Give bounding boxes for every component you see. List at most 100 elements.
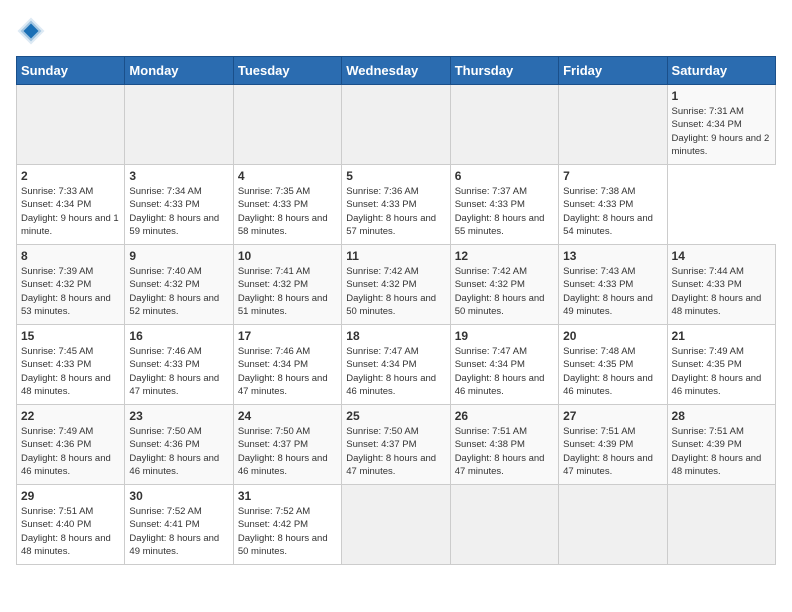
day-info: Sunrise: 7:31 AMSunset: 4:34 PMDaylight:…: [672, 105, 771, 158]
day-info: Sunrise: 7:41 AMSunset: 4:32 PMDaylight:…: [238, 265, 337, 318]
header: [16, 16, 776, 46]
calendar-cell: 19 Sunrise: 7:47 AMSunset: 4:34 PMDayligh…: [450, 325, 558, 405]
day-number: 13: [563, 249, 662, 263]
day-number: 28: [672, 409, 771, 423]
calendar-cell: [450, 85, 558, 165]
calendar-cell: 20Sunrise: 7:48 AMSunset: 4:35 PMDayligh…: [559, 325, 667, 405]
day-number: 26: [455, 409, 554, 423]
day-number: 21: [672, 329, 771, 343]
calendar-cell: 30Sunrise: 7:52 AMSunset: 4:41 PMDayligh…: [125, 485, 233, 565]
calendar-cell: 27 Sunrise: 7:51 AMSunset: 4:39 PMDayligh…: [559, 405, 667, 485]
day-info: Sunrise: 7:49 AMSunset: 4:35 PMDaylight:…: [672, 345, 771, 398]
day-info: Sunrise: 7:52 AMSunset: 4:41 PMDaylight:…: [129, 505, 228, 558]
calendar-cell: 16 Sunrise: 7:46 AMSunset: 4:33 PMDayligh…: [125, 325, 233, 405]
day-info: Sunrise: 7:36 AMSunset: 4:33 PMDaylight:…: [346, 185, 445, 238]
day-number: 4: [238, 169, 337, 183]
week-row-5: 22 Sunrise: 7:49 AMSunset: 4:36 PMDayligh…: [17, 405, 776, 485]
calendar-cell: 2 Sunrise: 7:33 AMSunset: 4:34 PMDaylight…: [17, 165, 125, 245]
day-info: Sunrise: 7:43 AMSunset: 4:33 PMDaylight:…: [563, 265, 662, 318]
day-info: Sunrise: 7:51 AMSunset: 4:38 PMDaylight:…: [455, 425, 554, 478]
day-number: 18: [346, 329, 445, 343]
day-info: Sunrise: 7:42 AMSunset: 4:32 PMDaylight:…: [346, 265, 445, 318]
week-row-2: 2 Sunrise: 7:33 AMSunset: 4:34 PMDaylight…: [17, 165, 776, 245]
day-number: 29: [21, 489, 120, 503]
day-number: 17: [238, 329, 337, 343]
calendar-cell: [125, 85, 233, 165]
day-number: 22: [21, 409, 120, 423]
day-info: Sunrise: 7:46 AMSunset: 4:33 PMDaylight:…: [129, 345, 228, 398]
day-info: Sunrise: 7:47 AMSunset: 4:34 PMDaylight:…: [346, 345, 445, 398]
day-number: 23: [129, 409, 228, 423]
day-info: Sunrise: 7:52 AMSunset: 4:42 PMDaylight:…: [238, 505, 337, 558]
calendar-cell: 3 Sunrise: 7:34 AMSunset: 4:33 PMDaylight…: [125, 165, 233, 245]
calendar-cell: 18 Sunrise: 7:47 AMSunset: 4:34 PMDayligh…: [342, 325, 450, 405]
week-row-6: 29Sunrise: 7:51 AMSunset: 4:40 PMDayligh…: [17, 485, 776, 565]
calendar-cell: [559, 485, 667, 565]
day-number: 1: [672, 89, 771, 103]
day-number: 3: [129, 169, 228, 183]
week-row-4: 15 Sunrise: 7:45 AMSunset: 4:33 PMDayligh…: [17, 325, 776, 405]
calendar-cell: 29Sunrise: 7:51 AMSunset: 4:40 PMDayligh…: [17, 485, 125, 565]
calendar-cell: 22 Sunrise: 7:49 AMSunset: 4:36 PMDayligh…: [17, 405, 125, 485]
day-number: 19: [455, 329, 554, 343]
day-number: 10: [238, 249, 337, 263]
day-info: Sunrise: 7:45 AMSunset: 4:33 PMDaylight:…: [21, 345, 120, 398]
calendar-cell: 13 Sunrise: 7:43 AMSunset: 4:33 PMDayligh…: [559, 245, 667, 325]
day-info: Sunrise: 7:50 AMSunset: 4:36 PMDaylight:…: [129, 425, 228, 478]
day-number: 15: [21, 329, 120, 343]
day-info: Sunrise: 7:34 AMSunset: 4:33 PMDaylight:…: [129, 185, 228, 238]
day-number: 27: [563, 409, 662, 423]
calendar-cell: 28Sunrise: 7:51 AMSunset: 4:39 PMDayligh…: [667, 405, 775, 485]
logo-icon: [16, 16, 46, 46]
calendar-cell: 5 Sunrise: 7:36 AMSunset: 4:33 PMDaylight…: [342, 165, 450, 245]
calendar-cell: 14Sunrise: 7:44 AMSunset: 4:33 PMDayligh…: [667, 245, 775, 325]
header-sunday: Sunday: [17, 57, 125, 85]
header-saturday: Saturday: [667, 57, 775, 85]
day-info: Sunrise: 7:51 AMSunset: 4:39 PMDaylight:…: [563, 425, 662, 478]
calendar-cell: 9 Sunrise: 7:40 AMSunset: 4:32 PMDaylight…: [125, 245, 233, 325]
day-number: 8: [21, 249, 120, 263]
day-info: Sunrise: 7:39 AMSunset: 4:32 PMDaylight:…: [21, 265, 120, 318]
day-number: 9: [129, 249, 228, 263]
header-row: Sunday Monday Tuesday Wednesday Thursday…: [17, 57, 776, 85]
calendar-cell: 4 Sunrise: 7:35 AMSunset: 4:33 PMDaylight…: [233, 165, 341, 245]
calendar-cell: [667, 485, 775, 565]
calendar-cell: [342, 85, 450, 165]
calendar-cell: 8 Sunrise: 7:39 AMSunset: 4:32 PMDaylight…: [17, 245, 125, 325]
day-info: Sunrise: 7:50 AMSunset: 4:37 PMDaylight:…: [238, 425, 337, 478]
week-row-1: 1 Sunrise: 7:31 AMSunset: 4:34 PMDaylight…: [17, 85, 776, 165]
day-info: Sunrise: 7:33 AMSunset: 4:34 PMDaylight:…: [21, 185, 120, 238]
logo: [16, 16, 50, 46]
day-number: 2: [21, 169, 120, 183]
day-info: Sunrise: 7:42 AMSunset: 4:32 PMDaylight:…: [455, 265, 554, 318]
day-number: 11: [346, 249, 445, 263]
calendar-cell: 31Sunrise: 7:52 AMSunset: 4:42 PMDayligh…: [233, 485, 341, 565]
day-number: 16: [129, 329, 228, 343]
day-number: 5: [346, 169, 445, 183]
calendar-cell: [559, 85, 667, 165]
day-info: Sunrise: 7:38 AMSunset: 4:33 PMDaylight:…: [563, 185, 662, 238]
header-monday: Monday: [125, 57, 233, 85]
day-number: 7: [563, 169, 662, 183]
day-info: Sunrise: 7:37 AMSunset: 4:33 PMDaylight:…: [455, 185, 554, 238]
calendar-cell: 21 Sunrise: 7:49 AMSunset: 4:35 PMDayligh…: [667, 325, 775, 405]
day-number: 14: [672, 249, 771, 263]
header-wednesday: Wednesday: [342, 57, 450, 85]
calendar-cell: [342, 485, 450, 565]
calendar-cell: 24Sunrise: 7:50 AMSunset: 4:37 PMDayligh…: [233, 405, 341, 485]
day-info: Sunrise: 7:40 AMSunset: 4:32 PMDaylight:…: [129, 265, 228, 318]
day-info: Sunrise: 7:48 AMSunset: 4:35 PMDaylight:…: [563, 345, 662, 398]
header-tuesday: Tuesday: [233, 57, 341, 85]
calendar-cell: 17Sunrise: 7:46 AMSunset: 4:34 PMDayligh…: [233, 325, 341, 405]
day-info: Sunrise: 7:49 AMSunset: 4:36 PMDaylight:…: [21, 425, 120, 478]
day-info: Sunrise: 7:50 AMSunset: 4:37 PMDaylight:…: [346, 425, 445, 478]
day-info: Sunrise: 7:47 AMSunset: 4:34 PMDaylight:…: [455, 345, 554, 398]
day-info: Sunrise: 7:35 AMSunset: 4:33 PMDaylight:…: [238, 185, 337, 238]
week-row-3: 8 Sunrise: 7:39 AMSunset: 4:32 PMDaylight…: [17, 245, 776, 325]
calendar-cell: [233, 85, 341, 165]
header-friday: Friday: [559, 57, 667, 85]
calendar-cell: [17, 85, 125, 165]
calendar-cell: 23 Sunrise: 7:50 AMSunset: 4:36 PMDayligh…: [125, 405, 233, 485]
day-number: 12: [455, 249, 554, 263]
calendar-cell: 1 Sunrise: 7:31 AMSunset: 4:34 PMDaylight…: [667, 85, 775, 165]
